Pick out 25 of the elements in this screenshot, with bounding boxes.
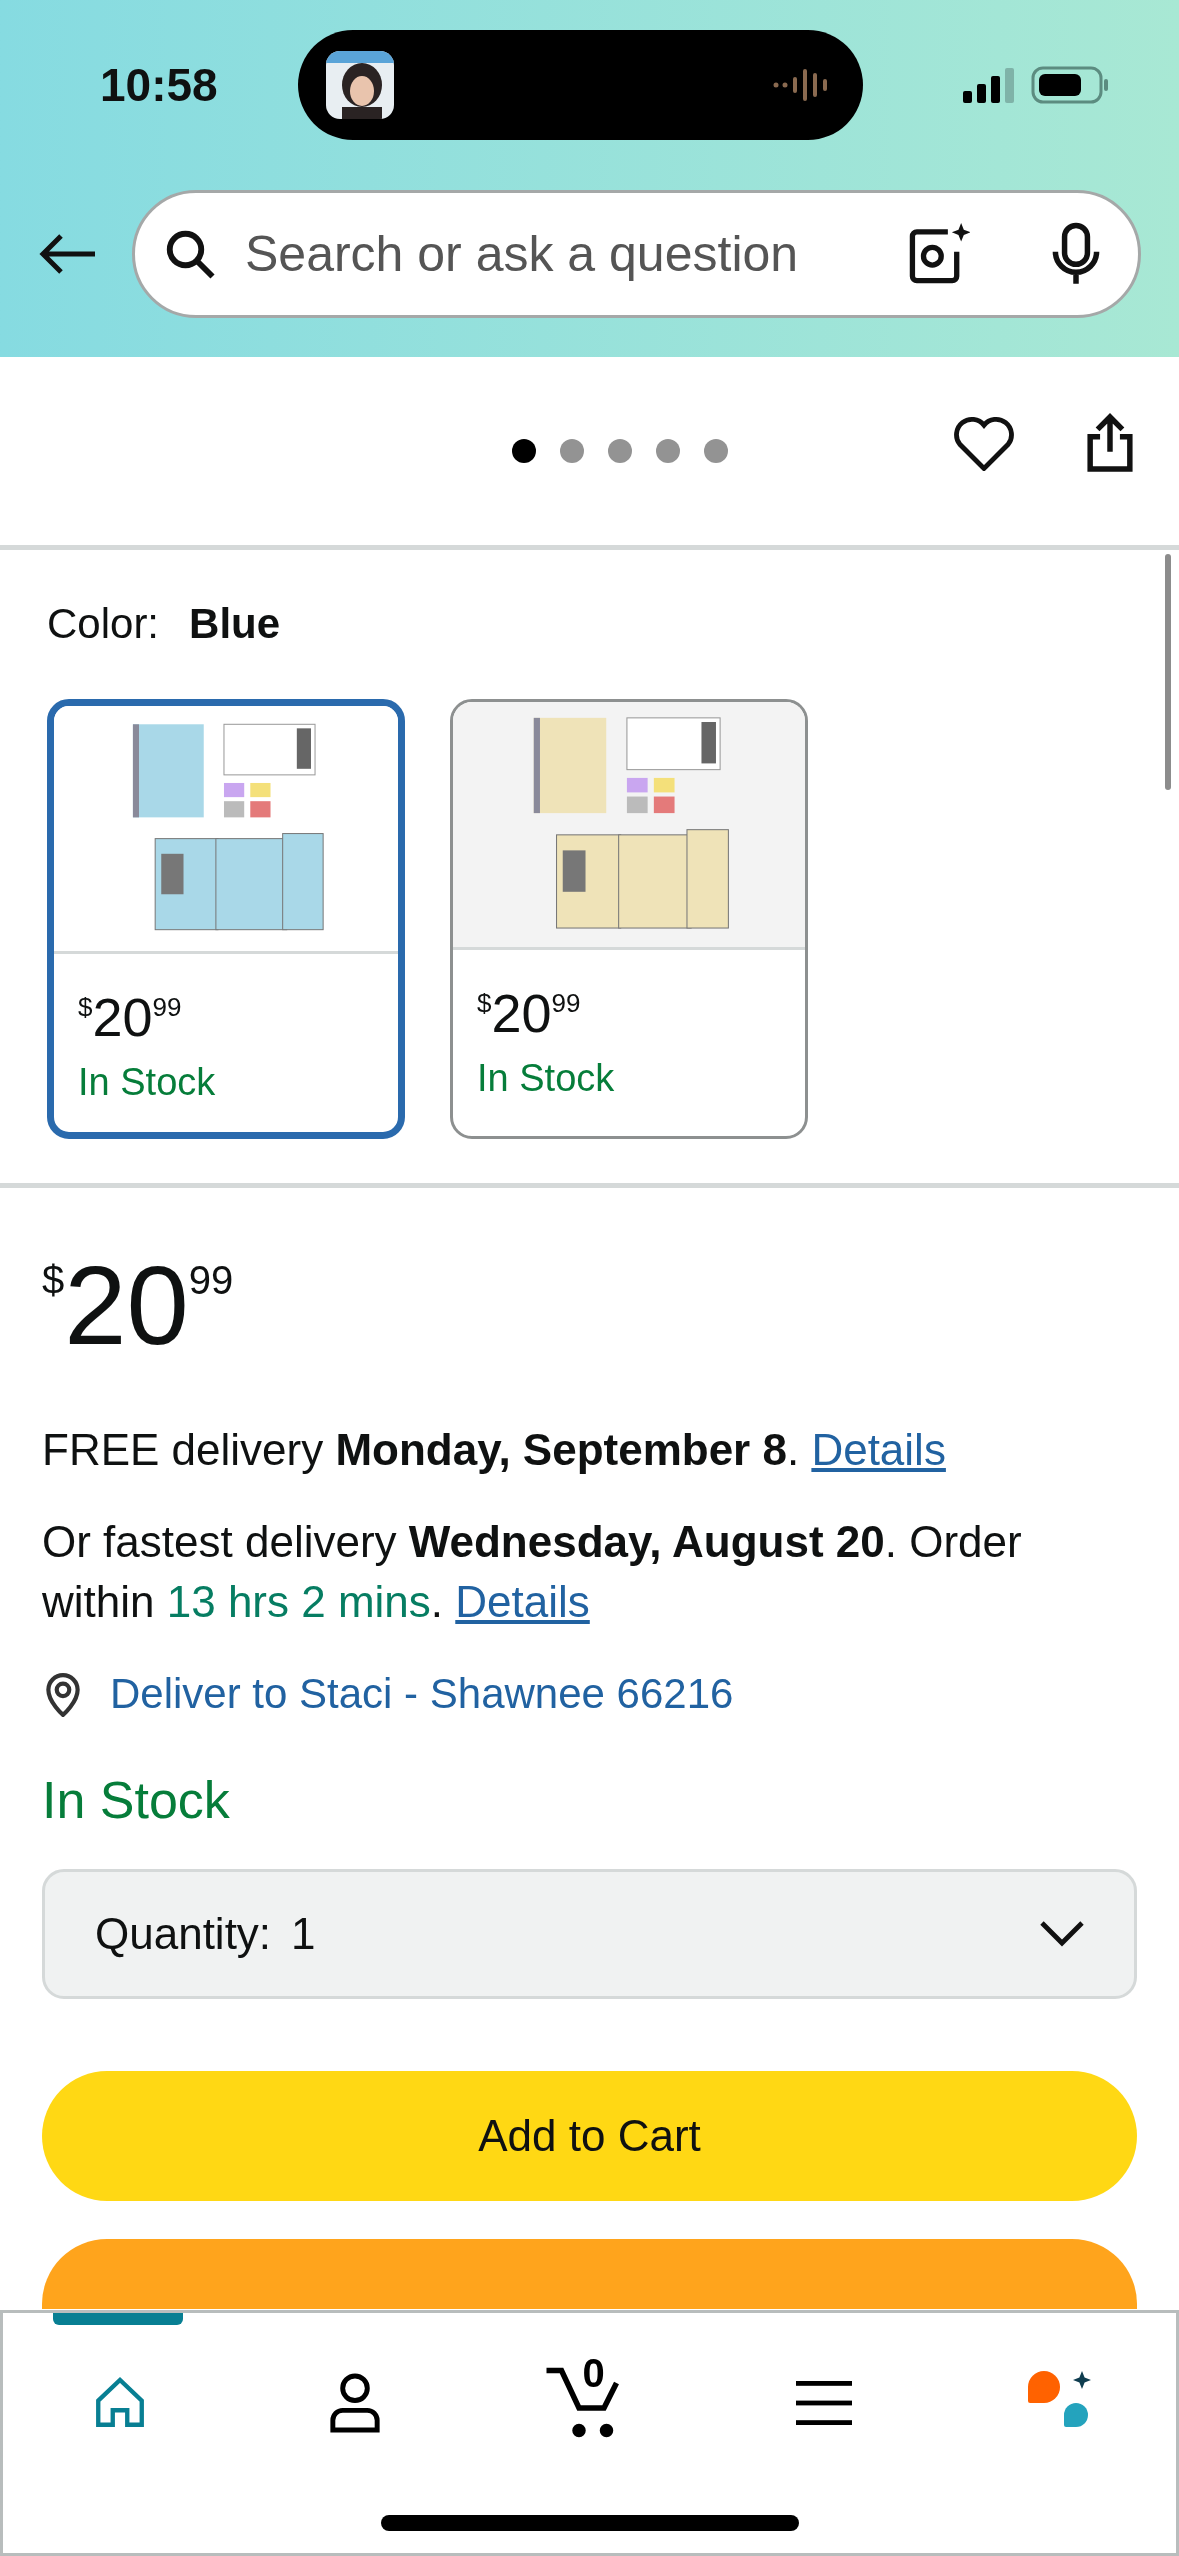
deliver-to-link[interactable]: Deliver to Staci - Shawnee 66216 xyxy=(110,1662,734,1725)
color-label: Color: xyxy=(47,599,160,649)
search-field[interactable]: Search or ask a question xyxy=(132,190,1141,318)
color-value: Blue xyxy=(189,599,281,649)
quantity-dropdown[interactable]: Quantity: 1 xyxy=(42,1869,1137,1999)
back-arrow-icon xyxy=(39,233,97,275)
search-input[interactable]: Search or ask a question xyxy=(245,216,908,292)
microphone-icon xyxy=(1050,222,1102,286)
camera-icon xyxy=(908,223,970,285)
add-to-cart-button[interactable]: Add to Cart xyxy=(42,2071,1137,2201)
details-link[interactable]: Details xyxy=(811,1425,946,1474)
chevron-down-icon xyxy=(1040,1921,1084,1947)
stock-status: In Stock xyxy=(477,1056,616,1101)
availability: In Stock xyxy=(42,1770,231,1831)
tab-item[interactable]: 0 xyxy=(472,2313,707,2463)
battery-icon xyxy=(1031,66,1109,104)
heart-icon[interactable] xyxy=(953,415,1015,471)
cart-count: 0 xyxy=(582,2353,605,2393)
delivery-info: FREE delivery Monday, September 8. Details xyxy=(42,1424,947,1476)
status-time: 10:58 xyxy=(100,57,219,113)
stock-status: In Stock xyxy=(78,1060,217,1105)
delivery-info: Or fastest delivery Wednesday, August 20. Order within 13 hrs 2 mins. Details xyxy=(42,1516,1023,1628)
share-icon[interactable] xyxy=(1085,412,1135,474)
details-link[interactable]: Details xyxy=(455,1577,590,1626)
menu-icon xyxy=(796,2381,853,2425)
